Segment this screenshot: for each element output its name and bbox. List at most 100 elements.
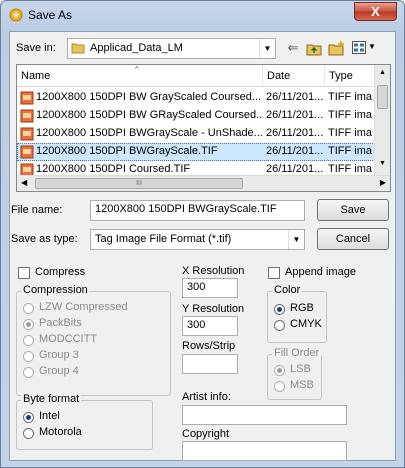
motorola-label[interactable]: Motorola <box>39 426 82 438</box>
group4-radio[interactable] <box>23 367 34 378</box>
file-name-cell: 1200X800 150DPI BWGrayScale.TIF <box>36 145 218 157</box>
tiff-file-icon <box>20 109 34 123</box>
scroll-up-icon[interactable]: ▲ <box>379 69 386 76</box>
compression-group-title: Compression <box>21 284 90 296</box>
group4-label[interactable]: Group 4 <box>39 365 79 377</box>
file-date-cell: 26/11/201... <box>266 91 324 103</box>
scroll-right-icon[interactable]: ▶ <box>380 178 386 187</box>
color-group-title: Color <box>272 284 303 296</box>
lsb-radio[interactable] <box>274 365 285 376</box>
close-button[interactable]: X <box>354 2 397 21</box>
column-header-type[interactable]: Type <box>325 65 375 87</box>
cmyk-label[interactable]: CMYK <box>290 318 322 330</box>
lzw-radio[interactable] <box>23 303 34 314</box>
file-name-input[interactable]: 1200X800 150DPI BWGrayScale.TIF <box>90 200 305 221</box>
sort-ascending-icon: ^ <box>135 65 139 74</box>
append-image-checkbox[interactable] <box>268 267 280 279</box>
tiff-file-icon <box>20 145 34 159</box>
column-header-name[interactable]: Name ^ <box>17 65 263 87</box>
title-bar[interactable]: Save As X <box>1 1 404 29</box>
intel-radio[interactable] <box>23 412 34 423</box>
column-header-date[interactable]: Date <box>263 65 325 87</box>
file-list[interactable]: Name ^ Date Type 1200X800 150DPI BW Gray… <box>16 64 391 192</box>
copyright-label: Copyright <box>182 428 230 440</box>
copyright-input[interactable] <box>182 441 347 461</box>
rows-strip-label: Rows/Strip <box>182 340 236 352</box>
file-type-cell: TIFF ima <box>328 91 372 103</box>
y-resolution-label: Y Resolution <box>182 303 245 315</box>
up-folder-icon[interactable] <box>306 42 322 56</box>
save-as-type-value: Tag Image File Format (*.tif) <box>95 233 232 245</box>
file-type-cell: TIFF ima <box>328 163 372 175</box>
save-as-type-dropdown[interactable]: Tag Image File Format (*.tif) ▼ <box>90 229 305 250</box>
artist-info-label: Artist info: <box>182 391 231 403</box>
tiff-file-icon <box>20 91 34 105</box>
view-menu-icon <box>352 41 366 54</box>
file-type-cell: TIFF ima <box>328 109 372 121</box>
intel-label[interactable]: Intel <box>39 410 60 422</box>
chevron-down-icon[interactable]: ▼ <box>259 39 275 58</box>
byte-format-group-title: Byte format <box>21 393 82 405</box>
compress-label[interactable]: Compress <box>35 266 85 278</box>
file-date-cell: 26/11/201... <box>266 145 324 157</box>
save-button[interactable]: Save <box>317 199 389 221</box>
file-list-header: Name ^ Date Type <box>17 65 375 87</box>
append-image-label[interactable]: Append image <box>285 266 356 278</box>
file-row[interactable]: 1200X800 150DPI BW GrayScaled Coursed...… <box>17 89 375 107</box>
folder-icon <box>71 43 85 54</box>
file-row[interactable]: 1200X800 150DPI BW GRayScaled Coursed...… <box>17 107 375 125</box>
x-resolution-label: X Resolution <box>182 265 245 277</box>
cmyk-radio[interactable] <box>274 320 285 331</box>
color-group: Color RGB CMYK <box>267 284 327 343</box>
artist-info-input[interactable] <box>182 405 347 425</box>
view-menu-button[interactable]: ▼ <box>352 40 378 56</box>
back-arrow-icon[interactable]: ⇐ <box>284 40 302 56</box>
group3-label[interactable]: Group 3 <box>39 349 79 361</box>
x-resolution-input[interactable]: 300 <box>182 278 238 298</box>
new-folder-icon[interactable] <box>328 40 346 56</box>
file-name-cell: 1200X800 150DPI BW GRayScaled Coursed...… <box>36 109 262 121</box>
y-resolution-value: 300 <box>187 319 206 331</box>
file-row-selected[interactable]: 1200X800 150DPI BWGrayScale.TIF 26/11/20… <box>17 143 375 161</box>
packbits-label[interactable]: PackBits <box>39 317 82 329</box>
byte-format-group: Byte format Intel Motorola <box>16 393 153 450</box>
chevron-down-icon[interactable]: ▼ <box>288 230 304 249</box>
dialog-body: Save in: Applicad_Data_LM ▼ ⇐ ▼ Name ^ D… <box>9 31 396 461</box>
horizontal-scroll-thumb[interactable]: III <box>35 178 243 189</box>
file-name-label: File name: <box>11 204 63 216</box>
msb-radio[interactable] <box>274 381 285 392</box>
file-type-cell: TIFF ima <box>328 127 372 139</box>
x-resolution-value: 300 <box>187 281 206 293</box>
file-name-cell: 1200X800 150DPI Coursed.TIF <box>36 163 191 175</box>
modccitt-radio[interactable] <box>23 335 34 346</box>
file-row[interactable]: 1200X800 150DPI BWGrayScale - UnShade...… <box>17 125 375 143</box>
file-name-cell: 1200X800 150DPI BW GrayScaled Coursed...… <box>36 91 262 103</box>
motorola-radio[interactable] <box>23 428 34 439</box>
group3-radio[interactable] <box>23 351 34 362</box>
fill-order-group-title: Fill Order <box>272 347 322 359</box>
lsb-label[interactable]: LSB <box>290 363 311 375</box>
save-in-label: Save in: <box>16 42 56 54</box>
modccitt-label[interactable]: MODCCITT <box>39 333 97 345</box>
file-name-value: 1200X800 150DPI BWGrayScale.TIF <box>95 203 277 215</box>
msb-label[interactable]: MSB <box>290 379 314 391</box>
lzw-label[interactable]: LZW Compressed <box>39 301 128 313</box>
vertical-scroll-thumb[interactable] <box>377 85 388 109</box>
file-date-cell: 26/11/201... <box>266 109 324 121</box>
horizontal-scrollbar[interactable]: ◀ III ▶ <box>17 175 390 191</box>
rgb-radio[interactable] <box>274 304 285 315</box>
save-in-dropdown[interactable]: Applicad_Data_LM ▼ <box>67 38 276 59</box>
cancel-button[interactable]: Cancel <box>317 228 389 250</box>
rgb-label[interactable]: RGB <box>290 302 314 314</box>
compress-checkbox[interactable] <box>18 267 30 279</box>
compression-group: Compression LZW Compressed PackBits MODC… <box>16 284 171 396</box>
scroll-left-icon[interactable]: ◀ <box>21 178 27 187</box>
file-type-cell: TIFF ima <box>328 145 372 157</box>
vertical-scrollbar[interactable]: ▲ ▼ <box>374 65 390 175</box>
rows-strip-input[interactable] <box>182 354 238 374</box>
packbits-radio[interactable] <box>23 319 34 330</box>
save-in-value: Applicad_Data_LM <box>90 42 183 54</box>
window-title: Save As <box>28 8 73 22</box>
scroll-down-icon[interactable]: ▼ <box>379 160 386 167</box>
y-resolution-input[interactable]: 300 <box>182 316 238 336</box>
